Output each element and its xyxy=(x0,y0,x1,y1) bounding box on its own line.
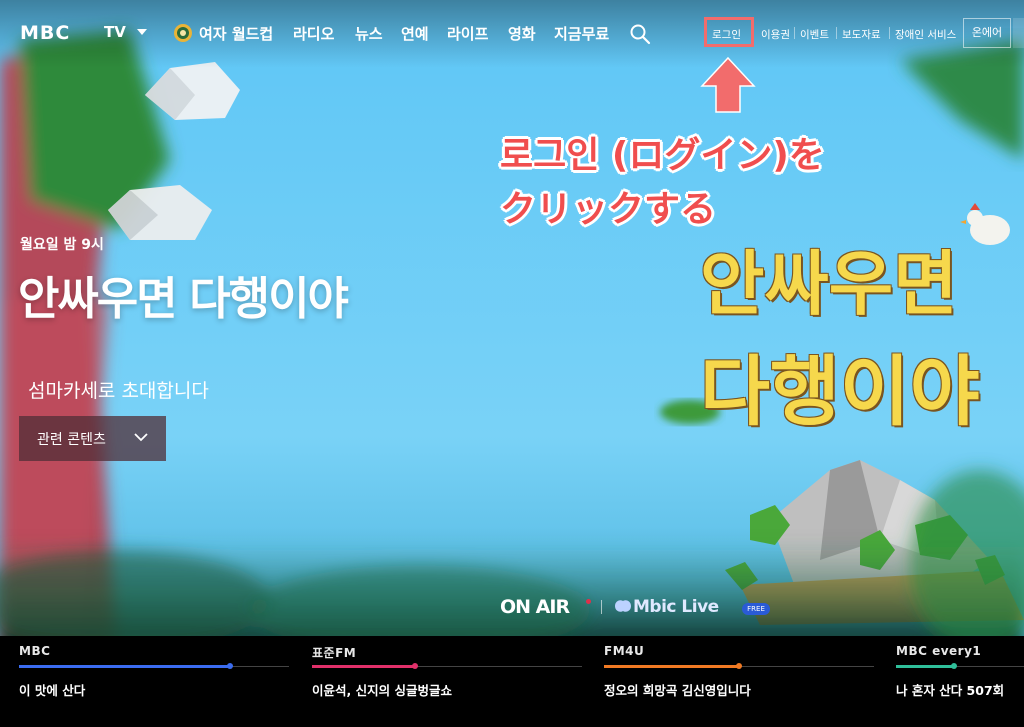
search-icon[interactable] xyxy=(629,23,651,45)
divider xyxy=(601,600,602,614)
nav-entertainment[interactable]: 연예 xyxy=(401,23,429,44)
nav-movie[interactable]: 영화 xyxy=(508,23,536,44)
voucher-link[interactable]: 이용권 xyxy=(761,27,790,42)
related-content-button[interactable]: 관련 콘텐츠 xyxy=(19,416,166,461)
mbic-icon xyxy=(615,600,631,612)
program-title: 안싸우면 다행이야 xyxy=(18,272,349,325)
channel-program-title[interactable]: 이윤석, 신지의 싱글벙글쇼 xyxy=(312,680,452,699)
progress-knob xyxy=(227,663,233,669)
onair-button[interactable]: 온에어 xyxy=(963,18,1011,48)
progress-fill xyxy=(19,665,230,668)
hero-banner[interactable]: MBC TV 여자 월드컵 라디오 뉴스 연예 라이프 영화 지금무료 로그인 … xyxy=(0,0,1024,727)
chevron-down-icon[interactable] xyxy=(137,28,147,36)
related-content-label: 관련 콘텐츠 xyxy=(37,432,106,448)
progress-fill xyxy=(896,665,954,668)
menu-edge[interactable] xyxy=(1013,18,1024,48)
progress-fill xyxy=(312,665,415,668)
arrow-up-icon xyxy=(700,56,756,113)
channel-item[interactable]: 표준FM 이윤석, 신지의 싱글벙글쇼 xyxy=(312,636,582,727)
nav-radio[interactable]: 라디오 xyxy=(293,23,334,44)
chevron-down-icon xyxy=(134,433,148,442)
accessibility-link[interactable]: 장애인 서비스 xyxy=(895,27,956,42)
divider xyxy=(836,27,837,39)
progress-knob xyxy=(736,663,742,669)
event-link[interactable]: 이벤트 xyxy=(800,27,829,42)
channel-name: 표준FM xyxy=(312,646,357,660)
program-logo-line-2: 다행이야 xyxy=(700,347,980,436)
annotation-line-2: クリックする xyxy=(500,189,717,230)
nav-news[interactable]: 뉴스 xyxy=(355,23,383,44)
program-logo-line-1: 안싸우면 xyxy=(700,243,958,325)
nav-worldcup[interactable]: 여자 월드컵 xyxy=(199,23,273,44)
divider xyxy=(889,27,890,39)
progress-knob xyxy=(951,663,957,669)
worldcup-icon xyxy=(174,24,192,42)
channel-name: MBC xyxy=(19,644,51,658)
broadcast-schedule: 월요일 밤 9시 xyxy=(20,237,104,253)
channel-item[interactable]: FM4U 정오의 희망곡 김신영입니다 xyxy=(604,636,874,727)
annotation-line-1: 로그인 (ログイン)を xyxy=(500,135,825,176)
onair-label[interactable]: ON AIR xyxy=(500,596,570,618)
channel-item[interactable]: MBC every1 나 혼자 산다 507회 xyxy=(896,636,1024,727)
progress-fill xyxy=(604,665,739,668)
press-link[interactable]: 보도자료 xyxy=(842,27,881,42)
channel-program-title[interactable]: 이 맛에 산다 xyxy=(19,680,85,699)
channel-program-title[interactable]: 나 혼자 산다 507회 xyxy=(896,680,1004,699)
login-link[interactable]: 로그인 xyxy=(712,27,741,42)
channel-strip: MBC 이 맛에 산다 표준FM 이윤석, 신지의 싱글벙글쇼 FM4U 정오의 희망곡 … xyxy=(0,636,1024,727)
live-dot xyxy=(586,599,591,604)
nav-free[interactable]: 지금무료 xyxy=(554,23,609,44)
channel-program-title[interactable]: 정오의 희망곡 김신영입니다 xyxy=(604,680,751,699)
free-badge: FREE xyxy=(742,603,770,615)
channel-name: FM4U xyxy=(604,644,645,658)
nav-life[interactable]: 라이프 xyxy=(447,23,488,44)
mbic-live-link[interactable]: Mbic Live xyxy=(633,597,719,617)
channel-name: MBC every1 xyxy=(896,644,982,658)
program-subtitle: 섬마카세로 초대합니다 xyxy=(28,380,209,402)
nav-tv[interactable]: TV xyxy=(104,23,126,41)
global-header: MBC TV 여자 월드컵 라디오 뉴스 연예 라이프 영화 지금무료 로그인 … xyxy=(0,0,1024,68)
progress-knob xyxy=(412,663,418,669)
channel-item[interactable]: MBC 이 맛에 산다 xyxy=(19,636,289,727)
mbc-logo[interactable]: MBC xyxy=(20,22,70,44)
divider xyxy=(794,27,795,39)
